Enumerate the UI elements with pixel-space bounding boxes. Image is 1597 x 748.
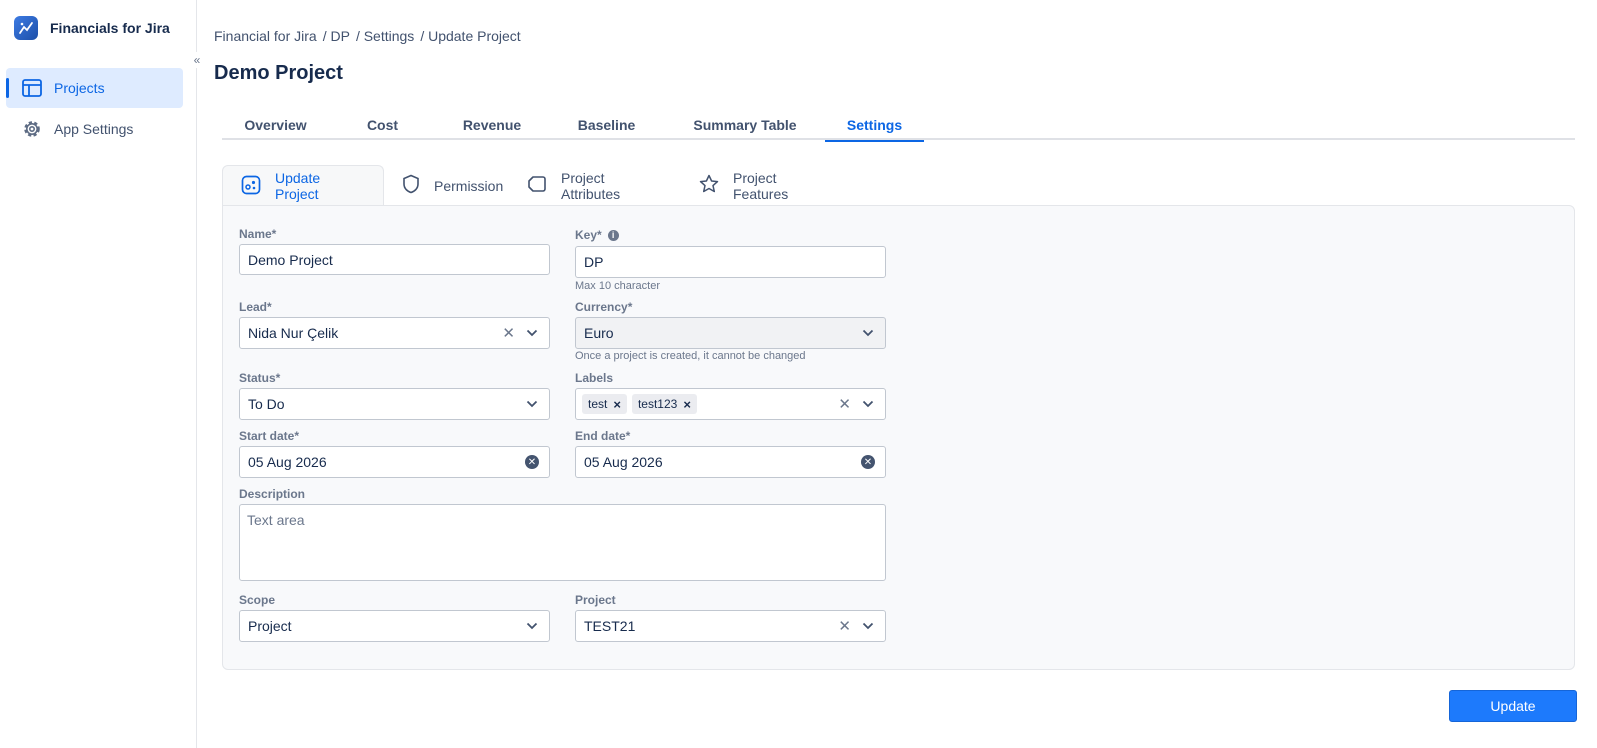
breadcrumb-item[interactable]: / DP <box>323 28 350 44</box>
lead-select[interactable]: Nida Nur Çelik ✕ <box>239 317 550 349</box>
tab-revenue[interactable]: Revenue <box>436 110 548 140</box>
key-label-text: Key* <box>575 228 602 242</box>
subtab-label: Project Features <box>733 169 789 202</box>
sidebar-item-projects[interactable]: Projects <box>6 68 183 108</box>
start-date-picker[interactable]: 05 Aug 2026 ✕ <box>239 446 550 478</box>
label-chip: test123 × <box>631 394 697 414</box>
breadcrumb: Financial for Jira / DP / Settings / Upd… <box>214 28 521 44</box>
labels-chips: test × test123 × <box>582 394 838 414</box>
star-icon <box>699 174 719 197</box>
scope-select[interactable]: Project <box>239 610 550 642</box>
key-helper-text: Max 10 character <box>575 280 660 292</box>
breadcrumb-item[interactable]: / Update Project <box>420 28 520 44</box>
sidebar-item-label: App Settings <box>54 121 134 137</box>
end-date-picker[interactable]: 05 Aug 2026 ✕ <box>575 446 886 478</box>
lead-label: Lead* <box>239 300 272 314</box>
status-select[interactable]: To Do <box>239 388 550 420</box>
remove-chip-icon[interactable]: × <box>683 397 691 412</box>
clear-date-icon[interactable]: ✕ <box>861 455 875 469</box>
name-field[interactable]: Demo Project <box>239 244 550 275</box>
subtab-label: Update Project <box>275 170 321 202</box>
info-icon[interactable]: i <box>607 229 619 241</box>
description-textarea[interactable]: Text area <box>239 504 886 581</box>
project-icon <box>241 175 261 198</box>
chevron-down-icon[interactable] <box>525 326 539 340</box>
page-title: Demo Project <box>214 62 343 84</box>
labels-label: Labels <box>575 371 614 385</box>
sidebar-item-app-settings[interactable]: App Settings <box>6 109 183 149</box>
currency-value: Euro <box>584 325 614 341</box>
chevron-down-icon[interactable] <box>861 619 875 633</box>
name-label: Name* <box>239 227 277 241</box>
subtab-label: Permission <box>434 177 504 194</box>
end-date-value: 05 Aug 2026 <box>584 454 663 470</box>
label-chip: test × <box>582 394 627 414</box>
status-value: To Do <box>248 396 285 412</box>
labels-multiselect[interactable]: test × test123 × ✕ <box>575 388 886 420</box>
project-value: TEST21 <box>584 618 636 634</box>
subtab-label: Project Attributes <box>561 169 621 202</box>
app-title: Financials for Jira <box>50 20 170 36</box>
main-tabs: Overview Cost Revenue Baseline Summary T… <box>222 110 1575 142</box>
sidebar-item-label: Projects <box>54 80 105 96</box>
update-project-form: Name* Demo Project Key* i DP Max 10 chara… <box>222 205 1575 670</box>
tag-icon <box>527 175 547 196</box>
table-icon <box>22 78 42 98</box>
clear-icon[interactable]: ✕ <box>502 324 515 342</box>
app-logo-icon <box>14 16 38 40</box>
chip-text: test123 <box>637 397 678 411</box>
project-label: Project <box>575 593 616 607</box>
settings-subtabs: Update Project Permission Project Attrib… <box>222 165 849 206</box>
chip-text: test <box>588 397 608 411</box>
sidebar: Financials for Jira « Projects App Setti… <box>0 0 205 748</box>
subtab-project-features[interactable]: Project Features <box>681 165 849 206</box>
scope-value: Project <box>248 618 292 634</box>
lead-value: Nida Nur Çelik <box>248 325 339 341</box>
gear-icon <box>22 119 42 139</box>
project-select[interactable]: TEST21 ✕ <box>575 610 886 642</box>
chevron-down-icon[interactable] <box>525 397 539 411</box>
start-date-value: 05 Aug 2026 <box>248 454 327 470</box>
subtab-project-attributes[interactable]: Project Attributes <box>509 165 681 206</box>
clear-date-icon[interactable]: ✕ <box>525 455 539 469</box>
tab-summary-table[interactable]: Summary Table <box>665 110 825 140</box>
currency-select: Euro <box>575 317 886 349</box>
tab-baseline[interactable]: Baseline <box>548 110 665 140</box>
chevron-down-icon[interactable] <box>861 397 875 411</box>
tab-settings[interactable]: Settings <box>825 110 924 142</box>
clear-icon[interactable]: ✕ <box>838 617 851 635</box>
scope-label: Scope <box>239 593 276 607</box>
end-date-label: End date* <box>575 429 631 443</box>
clear-icon[interactable]: ✕ <box>838 395 851 413</box>
name-value: Demo Project <box>248 251 333 268</box>
status-label: Status* <box>239 371 281 385</box>
app-header[interactable]: Financials for Jira <box>14 16 170 40</box>
currency-label: Currency* <box>575 300 633 314</box>
tab-cost[interactable]: Cost <box>329 110 436 140</box>
remove-chip-icon[interactable]: × <box>613 397 621 412</box>
start-date-label: Start date* <box>239 429 300 443</box>
chevron-down-icon[interactable] <box>525 619 539 633</box>
update-button[interactable]: Update <box>1449 690 1577 722</box>
breadcrumb-item[interactable]: / Settings <box>356 28 414 44</box>
key-value: DP <box>584 254 604 270</box>
key-label: Key* i <box>575 228 619 242</box>
currency-helper-text: Once a project is created, it cannot be … <box>575 350 806 362</box>
description-label: Description <box>239 487 306 501</box>
collapse-sidebar-button[interactable]: « <box>189 52 205 68</box>
subtab-permission[interactable]: Permission <box>384 165 509 206</box>
breadcrumb-item[interactable]: Financial for Jira <box>214 28 317 44</box>
tab-overview[interactable]: Overview <box>222 110 329 140</box>
shield-icon <box>402 174 420 197</box>
key-field[interactable]: DP <box>575 246 886 278</box>
chevron-down-icon <box>861 326 875 340</box>
subtab-update-project[interactable]: Update Project <box>222 165 384 206</box>
